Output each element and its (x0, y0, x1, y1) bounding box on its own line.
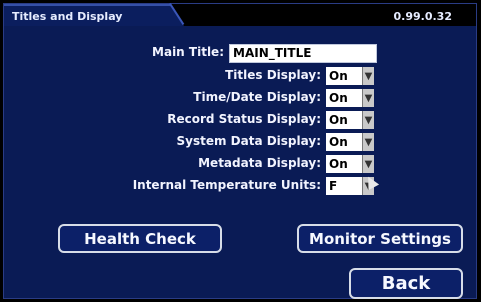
system-data-display-value: On (326, 133, 362, 151)
titles-display-label: Titles Display: (225, 68, 321, 82)
internal-temperature-units-row: Internal Temperature Units: (0, 177, 321, 196)
dropdown-arrow-icon[interactable]: ▼ (362, 155, 374, 173)
system-data-display-label: System Data Display: (176, 134, 321, 148)
screen: Titles and Display 0.99.0.32 Main Title:… (0, 0, 481, 302)
time-date-display-label: Time/Date Display: (193, 90, 321, 104)
dropdown-arrow-icon[interactable]: ▼ (362, 67, 374, 85)
system-data-display-select[interactable]: On ▼ (326, 133, 374, 151)
page-title: Titles and Display (12, 10, 123, 23)
internal-temperature-units-value: F (326, 177, 362, 195)
time-date-display-row: Time/Date Display: (0, 89, 321, 108)
dropdown-arrow-icon[interactable]: ▼ (362, 89, 374, 107)
monitor-settings-button[interactable]: Monitor Settings (297, 224, 463, 253)
metadata-display-label: Metadata Display: (198, 156, 321, 170)
version-label: 0.99.0.32 (393, 10, 452, 23)
header-bar: Titles and Display 0.99.0.32 (4, 2, 476, 26)
system-data-display-row: System Data Display: (0, 133, 321, 152)
metadata-display-value: On (326, 155, 362, 173)
internal-temperature-units-label: Internal Temperature Units: (132, 178, 321, 192)
record-status-display-label: Record Status Display: (167, 112, 321, 126)
dropdown-arrow-icon[interactable]: ▼ (362, 133, 374, 151)
record-status-display-value: On (326, 111, 362, 129)
metadata-display-select[interactable]: On ▼ (326, 155, 374, 173)
main-title-label: Main Title: (152, 45, 224, 59)
health-check-button[interactable]: Health Check (58, 224, 222, 253)
record-status-display-row: Record Status Display: (0, 111, 321, 130)
titles-display-select[interactable]: On ▼ (326, 67, 374, 85)
title-tab: Titles and Display (4, 4, 184, 26)
titles-display-row: Titles Display: (0, 67, 321, 86)
time-date-display-select[interactable]: On ▼ (326, 89, 374, 107)
main-title-input[interactable]: MAIN_TITLE (229, 44, 377, 63)
dropdown-arrow-icon[interactable]: ▼ (362, 111, 374, 129)
time-date-display-value: On (326, 89, 362, 107)
titles-display-value: On (326, 67, 362, 85)
back-button[interactable]: Back (349, 268, 463, 299)
record-status-display-select[interactable]: On ▼ (326, 111, 374, 129)
main-title-row: Main Title: (0, 44, 224, 63)
metadata-display-row: Metadata Display: (0, 155, 321, 174)
